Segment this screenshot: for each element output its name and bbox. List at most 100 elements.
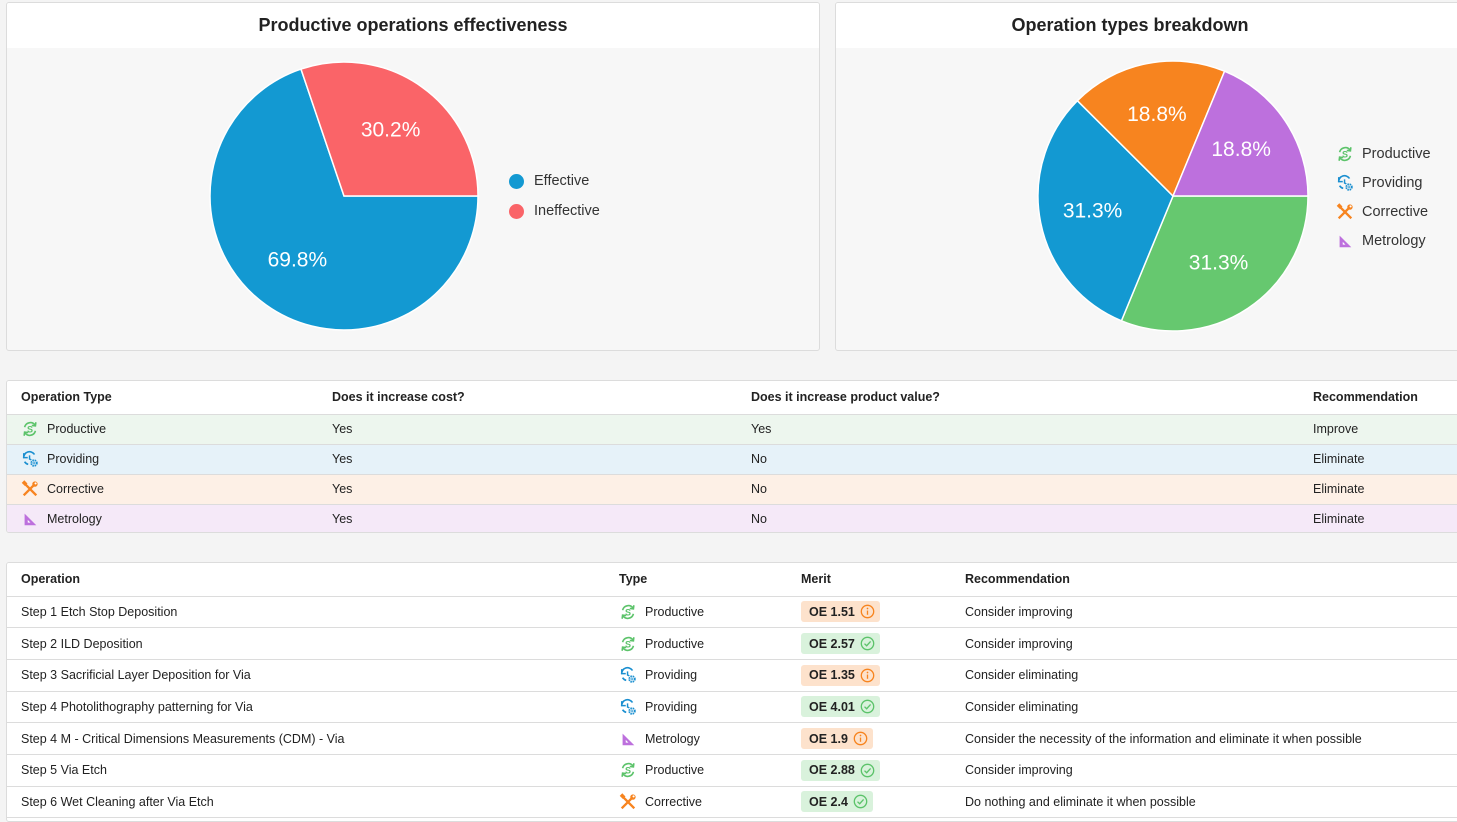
type-label: Productive	[645, 636, 705, 651]
productive-icon: S	[21, 420, 39, 438]
table-row[interactable]: Step 6 Wet Cleaning after Via Etch Corre…	[7, 786, 1457, 819]
operation-types-table: Operation Type Does it increase cost? Do…	[6, 380, 1457, 533]
column-header-operation-type[interactable]: Operation Type	[7, 381, 318, 415]
table-row[interactable]: Step 4 Photolithography patterning for V…	[7, 691, 1457, 724]
type-label: Productive	[645, 763, 705, 778]
table-row[interactable]: S Productive Yes Yes Improve	[7, 414, 1457, 445]
column-header-type[interactable]: Type	[605, 563, 787, 597]
pie-data-label: 30.2%	[361, 119, 421, 142]
legend-item-providing[interactable]: Providing	[1336, 168, 1431, 197]
productive-icon: S	[619, 635, 637, 653]
corrective-icon	[619, 793, 637, 811]
column-header-recommendation[interactable]: Recommendation	[1299, 381, 1457, 415]
providing-icon	[619, 666, 637, 684]
table-row[interactable]: Metrology Yes No Eliminate	[7, 504, 1457, 532]
table-row[interactable]: Step 3 Sacrificial Layer Deposition for …	[7, 659, 1457, 692]
legend-dot-icon	[509, 173, 524, 189]
legend-item-productive[interactable]: S Productive	[1336, 139, 1431, 168]
corrective-icon	[21, 480, 39, 498]
merit-value: OE 1.51	[809, 604, 855, 619]
legend-dot-icon	[509, 203, 524, 219]
recommendation-cell: Consider improving	[951, 754, 1457, 787]
recommendation-cell: Consider the necessity of the informatio…	[951, 722, 1457, 755]
svg-text:S: S	[625, 607, 631, 617]
merit-value: OE 2.57	[809, 636, 855, 651]
providing-icon	[1336, 174, 1354, 192]
merit-badge[interactable]: OE 1.9	[801, 728, 873, 750]
merit-value: OE 4.01	[809, 699, 855, 714]
column-header-operation[interactable]: Operation	[7, 563, 605, 597]
chart-title: Productive operations effectiveness	[7, 3, 819, 48]
pie-data-label: 69.8%	[268, 249, 328, 272]
operation-cell: Step 3 Sacrificial Layer Deposition for …	[7, 659, 605, 692]
merit-badge[interactable]: OE 2.88	[801, 759, 880, 781]
table-row[interactable]: Providing Yes No Eliminate	[7, 444, 1457, 475]
type-label: Providing	[47, 452, 100, 466]
recommendation-cell: Consider eliminating	[951, 659, 1457, 692]
metrology-icon	[21, 510, 39, 528]
info-warning-icon	[860, 604, 875, 619]
svg-text:S: S	[625, 639, 631, 649]
cost-cell: Yes	[318, 414, 737, 445]
check-circle-icon	[860, 699, 875, 714]
table-row[interactable]: Step 1 Etch Stop Deposition S Productive …	[7, 596, 1457, 629]
corrective-icon	[1336, 202, 1354, 221]
legend-item-ineffective[interactable]: Ineffective	[509, 196, 600, 226]
merit-value: OE 2.88	[809, 763, 855, 778]
legend-label: Ineffective	[534, 203, 600, 219]
recommendation-cell: Do nothing and eliminate it when possibl…	[951, 786, 1457, 819]
pie-data-label: 18.8%	[1127, 103, 1187, 126]
effectiveness-pie-chart: 69.8% 30.2%	[209, 61, 479, 331]
merit-badge[interactable]: OE 2.57	[801, 633, 880, 655]
column-header-merit[interactable]: Merit	[787, 563, 951, 597]
merit-value: OE 1.9	[809, 731, 848, 746]
table-row[interactable]: Step 2 ILD Deposition S Productive OE 2.5…	[7, 627, 1457, 660]
operation-cell: Step 6 Wet Cleaning after Via Etch	[7, 786, 605, 819]
providing-icon	[619, 698, 637, 716]
column-header-recommendation[interactable]: Recommendation	[951, 563, 1457, 597]
effectiveness-chart-card: Productive operations effectiveness 69.8…	[6, 2, 820, 351]
pie-data-label: 31.3%	[1063, 200, 1123, 223]
recommendation-cell: Consider improving	[951, 596, 1457, 629]
merit-badge[interactable]: OE 2.4	[801, 791, 873, 813]
type-label: Metrology	[47, 512, 102, 526]
legend-label: Corrective	[1362, 203, 1429, 220]
pie-data-label: 18.8%	[1211, 138, 1271, 161]
svg-text:S: S	[27, 425, 33, 435]
merit-badge[interactable]: OE 4.01	[801, 696, 880, 718]
merit-badge[interactable]: OE 1.51	[801, 601, 880, 623]
check-circle-icon	[860, 763, 875, 778]
column-header-value[interactable]: Does it increase product value?	[737, 381, 1299, 415]
merit-value: OE 2.4	[809, 794, 848, 809]
type-label: Corrective	[645, 794, 702, 809]
recommendation-cell: Improve	[1299, 414, 1457, 445]
legend-item-corrective[interactable]: Corrective	[1336, 197, 1431, 226]
table-row[interactable]: Corrective Yes No Eliminate	[7, 474, 1457, 505]
table-header-row: Operation Type Does it increase cost? Do…	[7, 381, 1457, 415]
operation-cell: Step 4 M - Critical Dimensions Measureme…	[7, 722, 605, 755]
table-row[interactable]: Step 4 M - Critical Dimensions Measureme…	[7, 722, 1457, 755]
operations-table: Operation Type Merit Recommendation Step…	[6, 562, 1457, 822]
value-cell: No	[737, 444, 1299, 475]
productive-icon: S	[619, 603, 637, 621]
chart-legend: Effective Ineffective	[509, 166, 600, 226]
table-header-row: Operation Type Merit Recommendation	[7, 563, 1457, 597]
table-row[interactable]: Step 5 Via Etch S Productive OE 2.88 Cons…	[7, 754, 1457, 787]
check-circle-icon	[853, 794, 868, 809]
legend-item-metrology[interactable]: Metrology	[1336, 226, 1431, 255]
cost-cell: Yes	[318, 474, 737, 505]
operation-cell: Step 4 Photolithography patterning for V…	[7, 691, 605, 724]
check-circle-icon	[860, 636, 875, 651]
type-label: Productive	[645, 604, 705, 619]
pie-data-label: 31.3%	[1189, 252, 1249, 275]
metrology-icon	[619, 730, 637, 748]
operation-cell: Step 1 Etch Stop Deposition	[7, 596, 605, 629]
chart-legend: S Productive Providing Corrective Metrol…	[1336, 139, 1431, 255]
recommendation-cell: Eliminate	[1299, 474, 1457, 505]
value-cell: No	[737, 504, 1299, 532]
column-header-cost[interactable]: Does it increase cost?	[318, 381, 737, 415]
merit-badge[interactable]: OE 1.35	[801, 664, 880, 686]
operation-cell: Step 5 Via Etch	[7, 754, 605, 787]
type-label: Metrology	[645, 731, 700, 746]
legend-item-effective[interactable]: Effective	[509, 166, 600, 196]
